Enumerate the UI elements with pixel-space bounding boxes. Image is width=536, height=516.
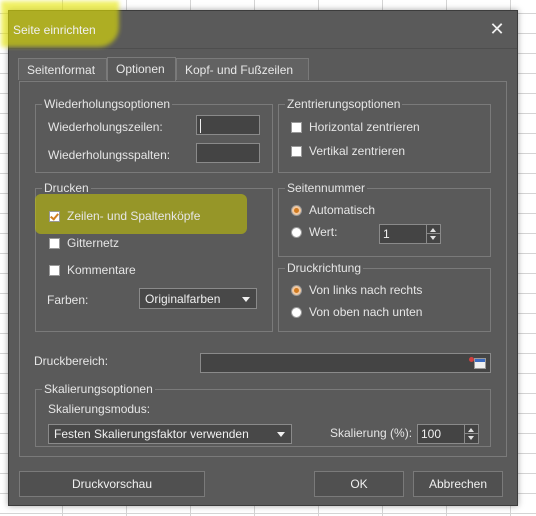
cancel-button[interactable]: Abbrechen [413,471,503,497]
direction-ltr-label[interactable]: Von links nach rechts [309,283,422,297]
print-area-label: Druckbereich: [34,354,109,368]
page-number-group: Seitennummer Automatisch Wert: 1 [278,181,491,257]
spin-buttons [464,425,478,443]
dialog-title: Seite einrichten [13,23,96,37]
scaling-mode-value: Festen Skalierungsfaktor verwenden [54,427,249,441]
print-group-title: Drucken [42,181,91,195]
scale-percent-value: 100 [421,427,442,441]
repeat-options-title: Wiederholungsoptionen [42,97,173,111]
page-setup-dialog: Seite einrichten ✕ Seitenformat Optionen… [1,1,518,506]
scaling-options-group: Skalierungsoptionen Skalierungsmodus: Fe… [35,382,491,447]
vertical-center-label[interactable]: Vertikal zentrieren [309,144,405,158]
repeat-cols-label: Wiederholungsspalten: [48,148,171,162]
colors-select[interactable]: Originalfarben [139,288,257,309]
scaling-options-title: Skalierungsoptionen [42,382,155,396]
page-number-auto-label[interactable]: Automatisch [309,203,375,217]
dialog-titlebar: Seite einrichten ✕ [1,1,517,49]
scale-percent-label: Skalierung (%): [330,426,413,440]
headers-checkbox[interactable] [49,211,60,222]
comments-label[interactable]: Kommentare [67,263,136,277]
close-icon[interactable]: ✕ [487,19,507,39]
direction-ttb-label[interactable]: Von oben nach unten [309,305,422,319]
spin-down-icon[interactable] [465,434,478,443]
spin-buttons [426,225,440,243]
print-direction-group: Druckrichtung Von links nach rechts Von … [278,261,491,332]
ok-button[interactable]: OK [314,471,404,497]
spin-down-icon[interactable] [427,234,440,243]
gridlines-label[interactable]: Gitternetz [67,236,119,250]
scale-percent-spinbox[interactable]: 100 [417,424,479,444]
scaling-mode-select[interactable]: Festen Skalierungsfaktor verwenden [48,424,292,444]
text-caret [200,119,201,133]
spin-up-icon[interactable] [465,425,478,434]
horizontal-center-checkbox[interactable] [291,122,302,133]
horizontal-center-label[interactable]: Horizontal zentrieren [309,120,420,134]
page-number-value-label[interactable]: Wert: [309,225,337,239]
chevron-down-icon [277,432,285,437]
repeat-rows-label: Wiederholungszeilen: [48,120,163,134]
tab-kopf-und-fusszeilen[interactable]: Kopf- und Fußzeilen [176,58,309,80]
page-number-value: 1 [383,227,390,241]
chevron-down-icon [242,297,250,302]
centering-options-title: Zentrierungsoptionen [285,97,403,111]
print-area-input[interactable] [200,353,491,373]
repeat-cols-input[interactable] [196,143,260,163]
page-number-auto-radio[interactable] [291,205,302,216]
options-panel: Wiederholungsoptionen Wiederholungszeile… [19,81,507,457]
headers-label[interactable]: Zeilen- und Spaltenköpfe [67,209,200,223]
direction-ltr-radio[interactable] [291,285,302,296]
page-number-title: Seitennummer [285,181,368,195]
spin-up-icon[interactable] [427,225,440,234]
centering-options-group: Zentrierungsoptionen Horizontal zentrier… [278,97,491,173]
repeat-options-group: Wiederholungsoptionen Wiederholungszeile… [35,97,273,173]
range-picker-icon[interactable] [469,357,486,369]
print-preview-button[interactable]: Druckvorschau [19,471,205,497]
page-number-value-radio[interactable] [291,227,302,238]
scaling-mode-label: Skalierungsmodus: [48,402,151,416]
comments-checkbox[interactable] [49,265,60,276]
gridlines-checkbox[interactable] [49,238,60,249]
vertical-center-checkbox[interactable] [291,146,302,157]
page-number-spinbox[interactable]: 1 [379,224,441,244]
print-direction-title: Druckrichtung [285,261,364,275]
colors-select-value: Originalfarben [145,292,221,306]
direction-ttb-radio[interactable] [291,307,302,318]
repeat-rows-input[interactable] [196,115,260,135]
tab-seitenformat[interactable]: Seitenformat [18,58,107,80]
colors-label: Farben: [47,293,89,307]
tab-optionen[interactable]: Optionen [107,57,176,81]
